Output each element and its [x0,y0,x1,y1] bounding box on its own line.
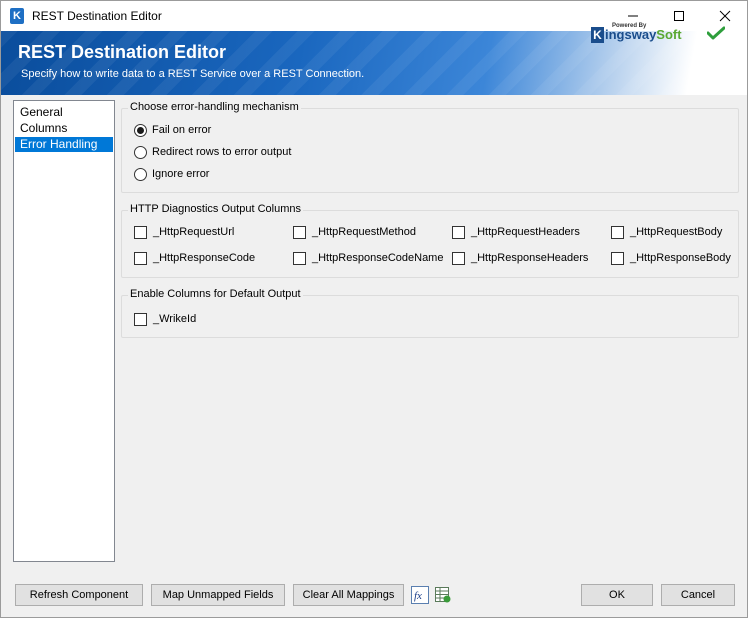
http-response-code-label: _HttpResponseCode [153,252,256,264]
ignore-error-radio[interactable] [134,168,147,181]
http-response-body-checkbox[interactable] [611,252,624,265]
nav-item-columns[interactable]: Columns [15,121,113,136]
banner-subtitle: Specify how to write data to a REST Serv… [21,68,365,80]
redirect-rows-label: Redirect rows to error output [152,146,292,158]
window-title: REST Destination Editor [32,9,162,23]
http-diagnostics-group: HTTP Diagnostics Output Columns _HttpReq… [121,203,739,278]
check-icon [707,26,725,40]
http-response-code-name-label: _HttpResponseCodeName [312,252,444,264]
http-request-headers-checkbox[interactable] [452,226,465,239]
brand-name-part2: Soft [656,27,682,42]
http-response-code-name-checkbox[interactable] [293,252,306,265]
rest-destination-editor-window: K REST Destination Editor REST Destinati… [0,0,748,618]
maximize-icon [674,11,684,21]
http-request-url-label: _HttpRequestUrl [153,226,235,238]
brand-name: ingswaySoft [605,27,682,42]
brand-name-part1: ingsway [605,27,657,42]
kingswaysoft-logo: Powered By K ingswaySoft [591,23,683,45]
http-response-code-checkbox[interactable] [134,252,147,265]
http-request-method-checkbox[interactable] [293,226,306,239]
banner-title: REST Destination Editor [18,42,227,62]
expression-fx-button[interactable]: fx [411,586,429,604]
wrike-id-label: _WrikeId [153,313,197,325]
http-response-headers-checkbox[interactable] [452,252,465,265]
default-output-group-title: Enable Columns for Default Output [128,288,303,300]
http-response-headers-label: _HttpResponseHeaders [471,252,589,264]
error-handling-group-title: Choose error-handling mechanism [128,101,301,113]
refresh-component-button[interactable]: Refresh Component [15,584,143,606]
nav-item-error-handling[interactable]: Error Handling [15,137,113,152]
ignore-error-label: Ignore error [152,168,210,180]
http-request-body-label: _HttpRequestBody [630,226,723,238]
map-unmapped-fields-button[interactable]: Map Unmapped Fields [151,584,285,606]
fail-on-error-label: Fail on error [152,124,212,136]
error-handling-group: Choose error-handling mechanism Fail on … [121,101,739,193]
default-output-group: Enable Columns for Default Output _Wrike… [121,288,739,338]
page-navigation-list[interactable]: General Columns Error Handling [13,100,115,562]
kingswaysoft-app-icon: K [10,8,24,24]
close-icon [719,10,731,22]
http-request-body-checkbox[interactable] [611,226,624,239]
cancel-button[interactable]: Cancel [661,584,735,606]
http-request-url-checkbox[interactable] [134,226,147,239]
ok-button[interactable]: OK [581,584,653,606]
table-grid-icon [435,587,451,603]
wrike-id-checkbox[interactable] [134,313,147,326]
fx-icon: fx [411,586,429,604]
nav-item-general[interactable]: General [15,105,113,120]
http-diagnostics-group-title: HTTP Diagnostics Output Columns [128,203,303,215]
minimize-icon [628,15,638,17]
brand-k-letter: K [591,27,604,43]
svg-text:fx: fx [414,590,422,602]
table-mapping-button[interactable] [434,586,452,604]
http-response-body-label: _HttpResponseBody [630,252,731,264]
redirect-rows-radio[interactable] [134,146,147,159]
fail-on-error-radio[interactable] [134,124,147,137]
http-request-headers-label: _HttpRequestHeaders [471,226,580,238]
clear-all-mappings-button[interactable]: Clear All Mappings [293,584,404,606]
http-request-method-label: _HttpRequestMethod [312,226,416,238]
